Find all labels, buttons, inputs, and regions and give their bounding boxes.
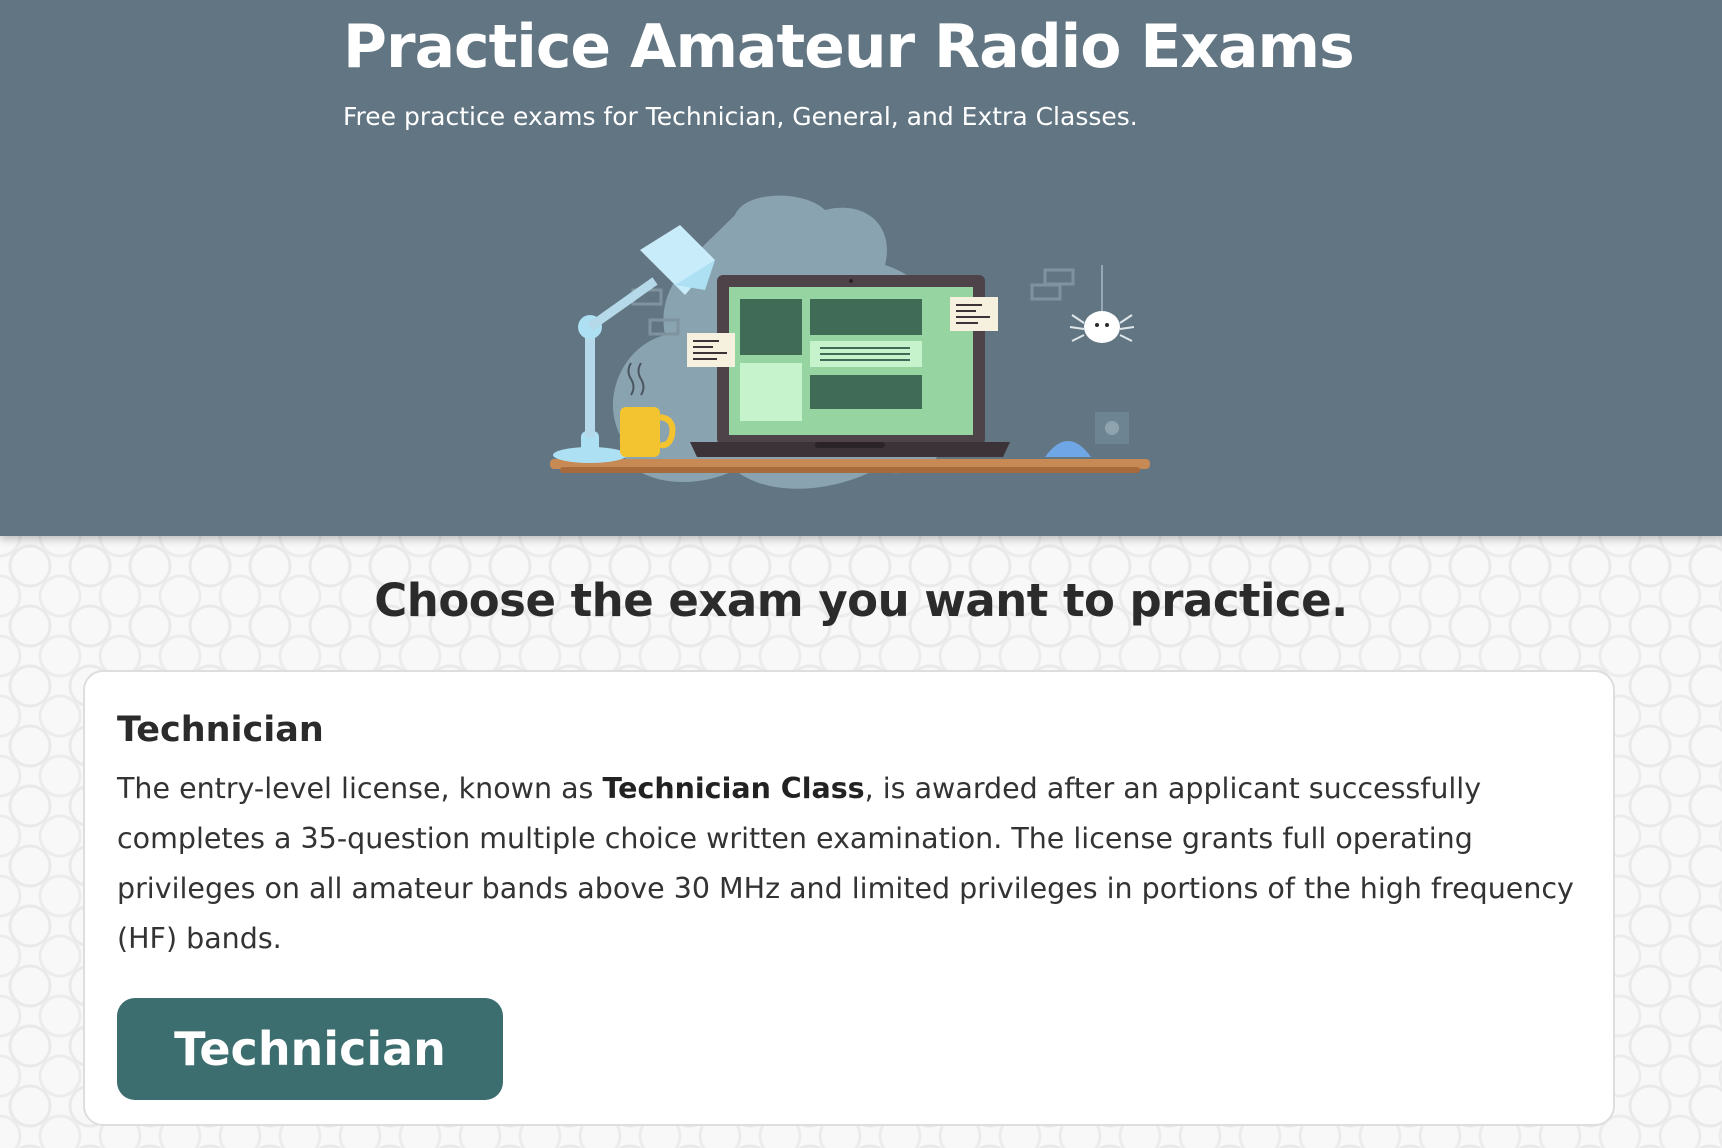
section-heading: Choose the exam you want to practice. bbox=[374, 574, 1348, 627]
exam-card-description: The entry-level license, known as Techni… bbox=[117, 764, 1577, 964]
exam-selection-section: Choose the exam you want to practice. Te… bbox=[0, 536, 1722, 1148]
description-emphasis: Technician Class bbox=[602, 772, 865, 805]
exam-card-technician: Technician The entry-level license, know… bbox=[83, 670, 1615, 1126]
page-subtitle: Free practice exams for Technician, Gene… bbox=[343, 102, 1138, 131]
technician-exam-button[interactable]: Technician bbox=[117, 998, 503, 1100]
hero-banner: Practice Amateur Radio Exams Free practi… bbox=[0, 0, 1722, 536]
description-text: The entry-level license, known as bbox=[117, 772, 603, 805]
exam-card-title: Technician bbox=[117, 710, 324, 750]
page-title: Practice Amateur Radio Exams bbox=[343, 12, 1355, 82]
desk-laptop-illustration-icon bbox=[550, 195, 1150, 489]
